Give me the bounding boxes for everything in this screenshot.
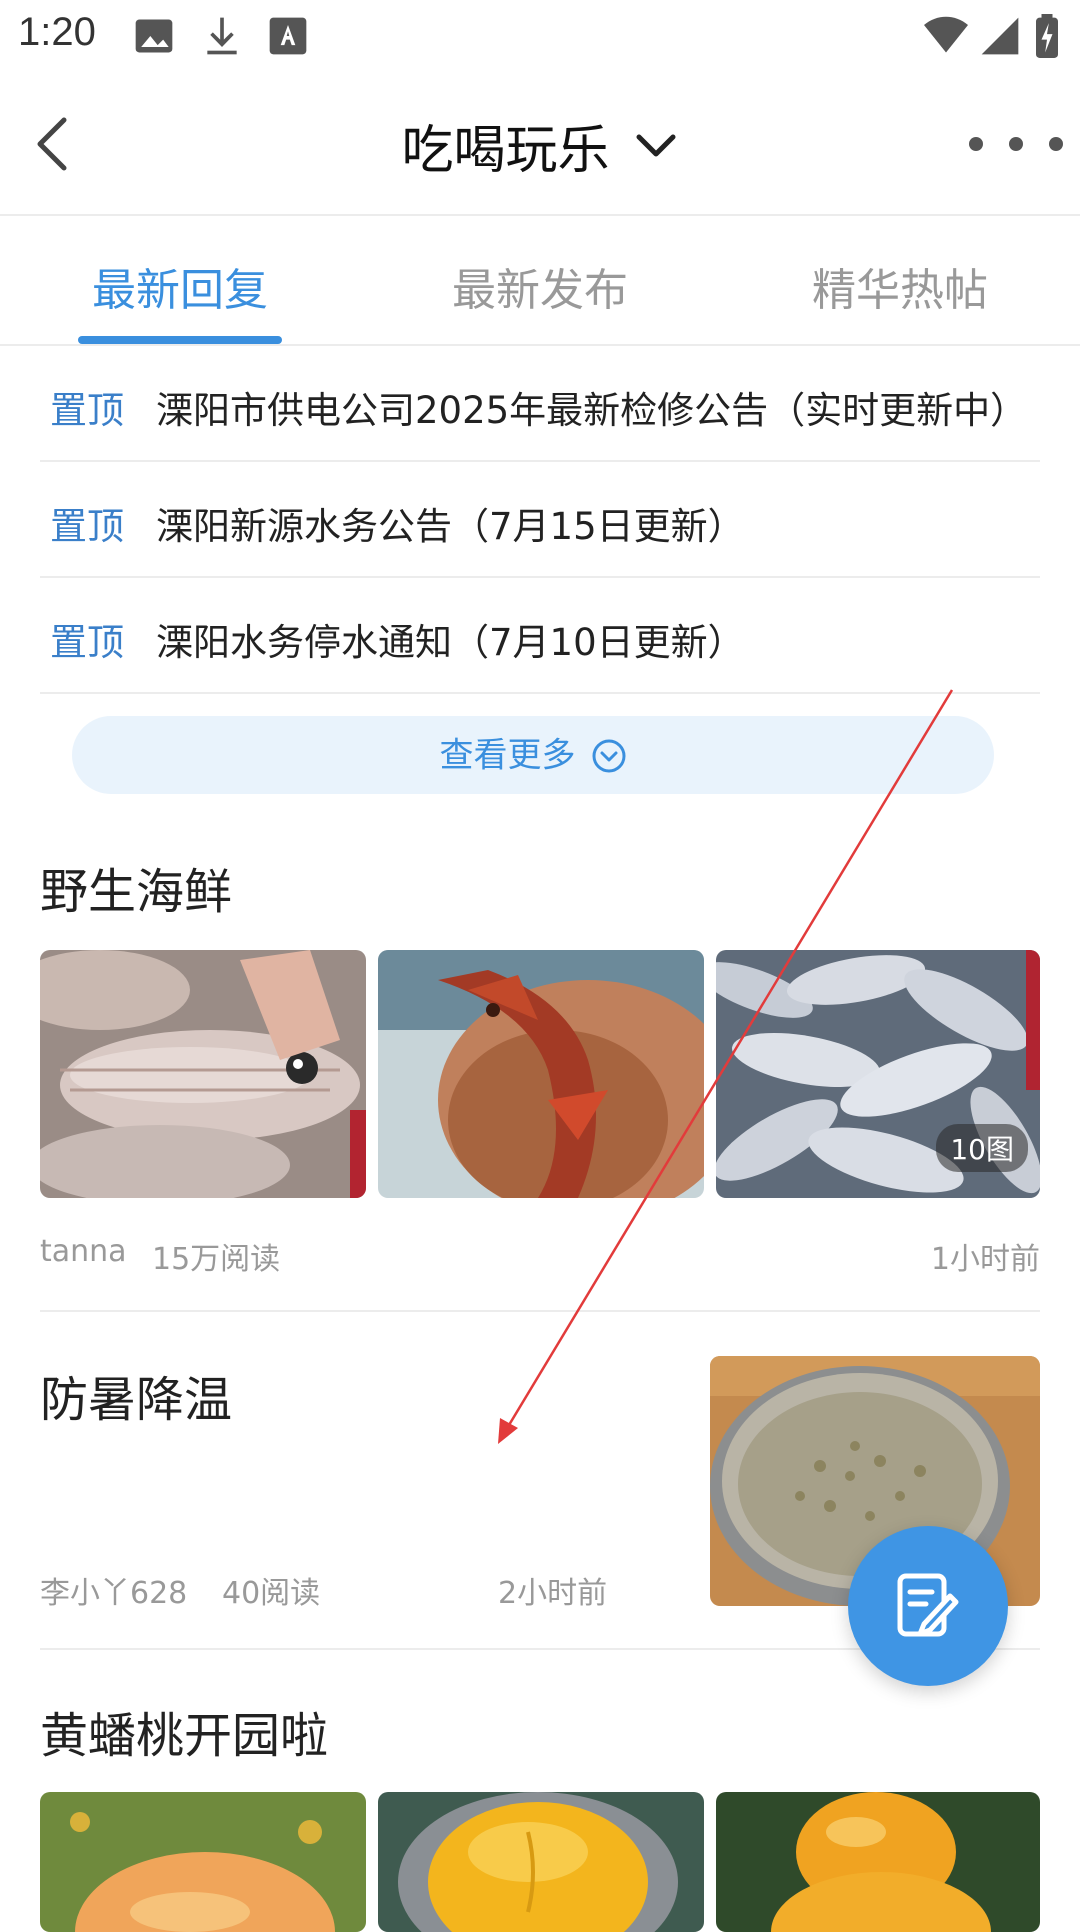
sticky-title: 溧阳水务停水通知（7月10日更新） <box>156 621 745 664</box>
status-bar: 1:20 <box>0 0 1080 72</box>
post-time: 2小时前 <box>498 1576 608 1611</box>
see-more-label: 查看更多 <box>439 735 576 776</box>
sticky-post[interactable]: 置顶 溧阳新源水务公告（7月15日更新） <box>40 462 1040 578</box>
post-reads: 40阅读 <box>222 1576 321 1611</box>
status-time: 1:20 <box>18 10 96 54</box>
download-icon <box>207 17 237 55</box>
sticky-title: 溧阳市供电公司2025年最新检修公告（实时更新中） <box>156 389 1028 432</box>
sticky-tag: 置顶 <box>50 621 124 664</box>
active-tab-indicator <box>78 336 282 344</box>
see-more-button[interactable]: 查看更多 <box>72 716 994 794</box>
tab-bar: 最新回复 最新发布 精华热帖 <box>0 216 1080 346</box>
page-title: 吃喝玩乐 <box>401 121 610 181</box>
post-image[interactable] <box>378 950 704 1198</box>
post-image[interactable]: 10图 <box>716 950 1040 1198</box>
divider <box>40 1310 1040 1312</box>
compose-button[interactable] <box>848 1526 1008 1686</box>
tab-latest-post[interactable]: 最新发布 <box>360 254 720 318</box>
more-dots-icon[interactable] <box>964 132 1068 156</box>
top-app-bar: 吃喝玩乐 <box>0 72 1080 216</box>
tab-featured[interactable]: 精华热帖 <box>720 254 1080 318</box>
post-image[interactable] <box>40 950 366 1198</box>
post-title[interactable]: 黄蟠桃开园啦 <box>40 1696 328 1766</box>
post-image[interactable] <box>378 1792 704 1932</box>
post-image[interactable] <box>716 1792 1040 1932</box>
sticky-tag: 置顶 <box>50 505 124 548</box>
sticky-post[interactable]: 置顶 溧阳市供电公司2025年最新检修公告（实时更新中） <box>40 346 1040 462</box>
image-count-badge: 10图 <box>936 1124 1028 1172</box>
image-icon <box>135 19 173 53</box>
sticky-title: 溧阳新源水务公告（7月15日更新） <box>156 505 745 548</box>
post-author[interactable]: 李小丫628 <box>40 1568 187 1612</box>
post-time: 1小时前 <box>930 1242 1040 1277</box>
keyboard-a-icon <box>269 17 307 55</box>
post-title[interactable]: 野生海鲜 <box>40 852 232 922</box>
post-reads: 15万阅读 <box>152 1242 281 1277</box>
chevron-down-circle-icon <box>592 739 626 772</box>
post-title[interactable]: 防暑降温 <box>40 1360 232 1430</box>
signal-icon <box>981 17 1019 55</box>
tab-latest-reply[interactable]: 最新回复 <box>0 254 360 318</box>
wifi-icon <box>924 16 968 53</box>
post-author[interactable]: tanna <box>40 1234 127 1269</box>
post-image[interactable] <box>40 1792 366 1932</box>
battery-charging-icon <box>1036 14 1058 58</box>
sticky-tag: 置顶 <box>50 389 124 432</box>
chevron-down-icon <box>636 134 676 156</box>
title-dropdown[interactable]: 吃喝玩乐 <box>0 108 1080 183</box>
sticky-post[interactable]: 置顶 溧阳水务停水通知（7月10日更新） <box>40 578 1040 694</box>
edit-note-icon <box>897 1573 959 1637</box>
